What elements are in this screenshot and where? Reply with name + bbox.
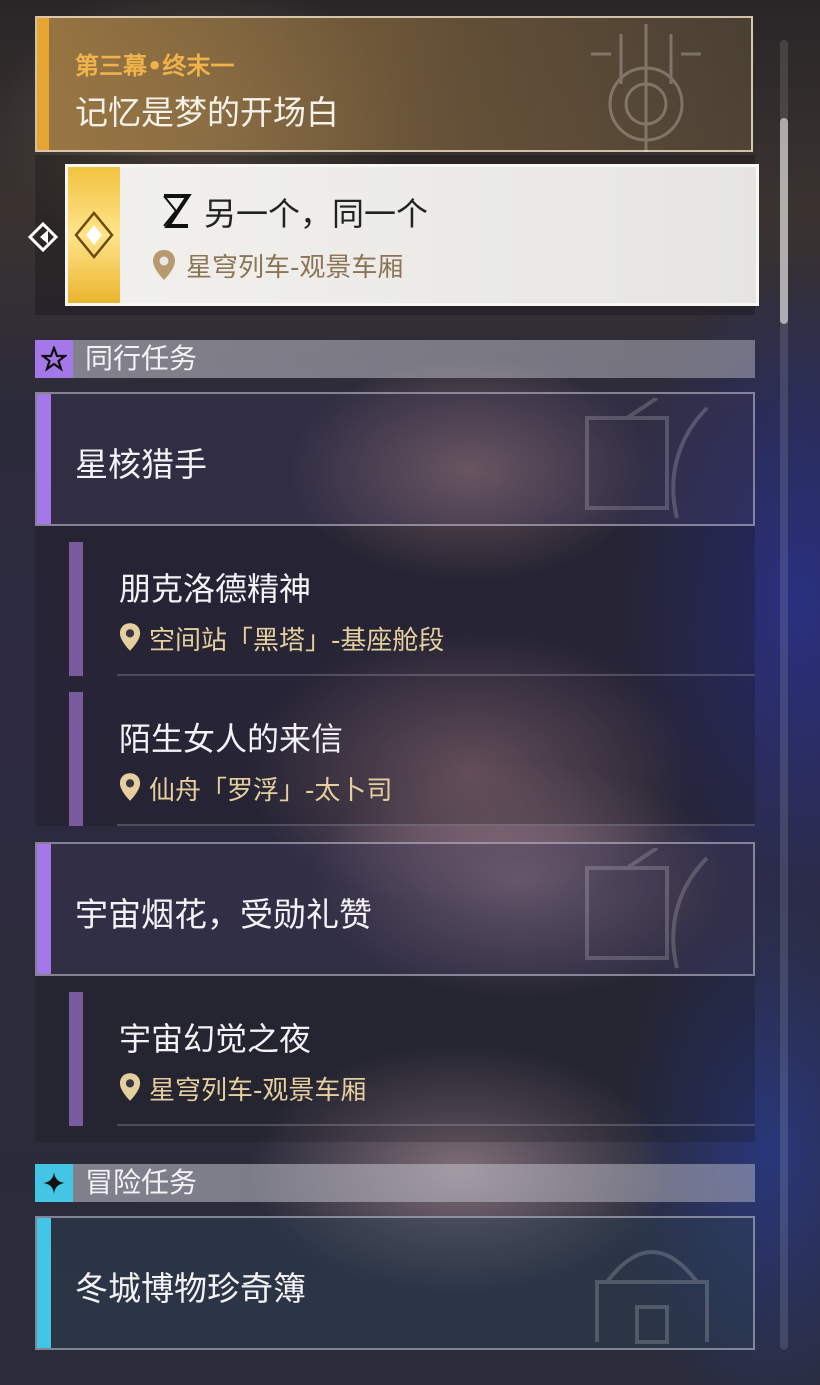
quest-item-illusion-night[interactable]: 宇宙幻觉之夜 星穹列车-观景车厢 (69, 992, 755, 1126)
divider (117, 674, 755, 676)
sparkle-icon (35, 1164, 73, 1202)
group-accent-bar (37, 394, 51, 524)
quest-item-bar (69, 692, 83, 826)
section-label: 冒险任务 (85, 1166, 198, 1199)
group-accent-bar (37, 844, 51, 974)
section-label: 同行任务 (85, 342, 198, 375)
feather-letter-icon (585, 848, 709, 969)
group-accent-bar (37, 1218, 51, 1348)
quest-location: 空间站「黑塔」-基座舱段 (149, 626, 445, 656)
section-header-companion: 同行任务 (35, 340, 755, 378)
location-pin-icon (153, 250, 175, 280)
quest-title: 宇宙幻觉之夜 (119, 1020, 312, 1058)
feather-letter-icon (585, 398, 709, 519)
quest-title: 朋克洛德精神 (119, 570, 312, 608)
quest-item-bar (69, 992, 83, 1126)
quest-item-bar (69, 542, 83, 676)
active-quest-gold-bar (68, 167, 120, 303)
hourglass-icon (163, 194, 192, 228)
quest-list: 朋克洛德精神 空间站「黑塔」-基座舱段 陌生女人的来信 仙舟「罗浮」-太卜司 (35, 526, 755, 826)
group-title: 宇宙烟花，受勋礼赞 (75, 895, 372, 934)
section-header-adventure: 冒险任务 (35, 1164, 755, 1202)
group-title: 星核猎手 (75, 445, 207, 484)
location-pin-icon (119, 1073, 141, 1101)
active-quest-location: 星穹列车-观景车厢 (186, 253, 404, 283)
quest-group-fireworks[interactable]: 宇宙烟花，受勋礼赞 (35, 842, 755, 976)
building-icon (595, 1250, 709, 1344)
active-quest-title: 另一个，同一个 (204, 195, 429, 233)
quest-location: 仙舟「罗浮」-太卜司 (149, 776, 393, 806)
quest-title: 陌生女人的来信 (119, 720, 344, 758)
emblem-icon (591, 24, 701, 152)
scrollbar-thumb[interactable] (780, 118, 788, 324)
group-title: 冬城博物珍奇簿 (75, 1269, 306, 1308)
active-quest-card[interactable]: 另一个，同一个 星穹列车-观景车厢 (65, 164, 759, 306)
divider (117, 824, 755, 826)
quest-list: 宇宙幻觉之夜 星穹列车-观景车厢 (35, 976, 755, 1142)
quest-location: 星穹列车-观景车厢 (149, 1076, 367, 1106)
quest-group-museum[interactable]: 冬城博物珍奇簿 (35, 1216, 755, 1350)
chapter-title: 记忆是梦的开场白 (75, 93, 339, 132)
selection-cursor-icon (27, 221, 59, 253)
location-pin-icon (119, 623, 141, 651)
quest-group-star-hunter[interactable]: 星核猎手 (35, 392, 755, 526)
quest-item-punklorde[interactable]: 朋克洛德精神 空间站「黑塔」-基座舱段 (69, 542, 755, 676)
location-pin-icon (119, 773, 141, 801)
quest-diamond-icon (74, 211, 114, 259)
divider (117, 1124, 755, 1126)
main-quest-chapter[interactable]: 第三幕•终末一 记忆是梦的开场白 (35, 16, 753, 152)
chapter-act-label: 第三幕•终末一 (75, 52, 235, 80)
chapter-accent-bar (37, 18, 49, 150)
star-icon (35, 340, 73, 378)
quest-item-letter[interactable]: 陌生女人的来信 仙舟「罗浮」-太卜司 (69, 692, 755, 826)
